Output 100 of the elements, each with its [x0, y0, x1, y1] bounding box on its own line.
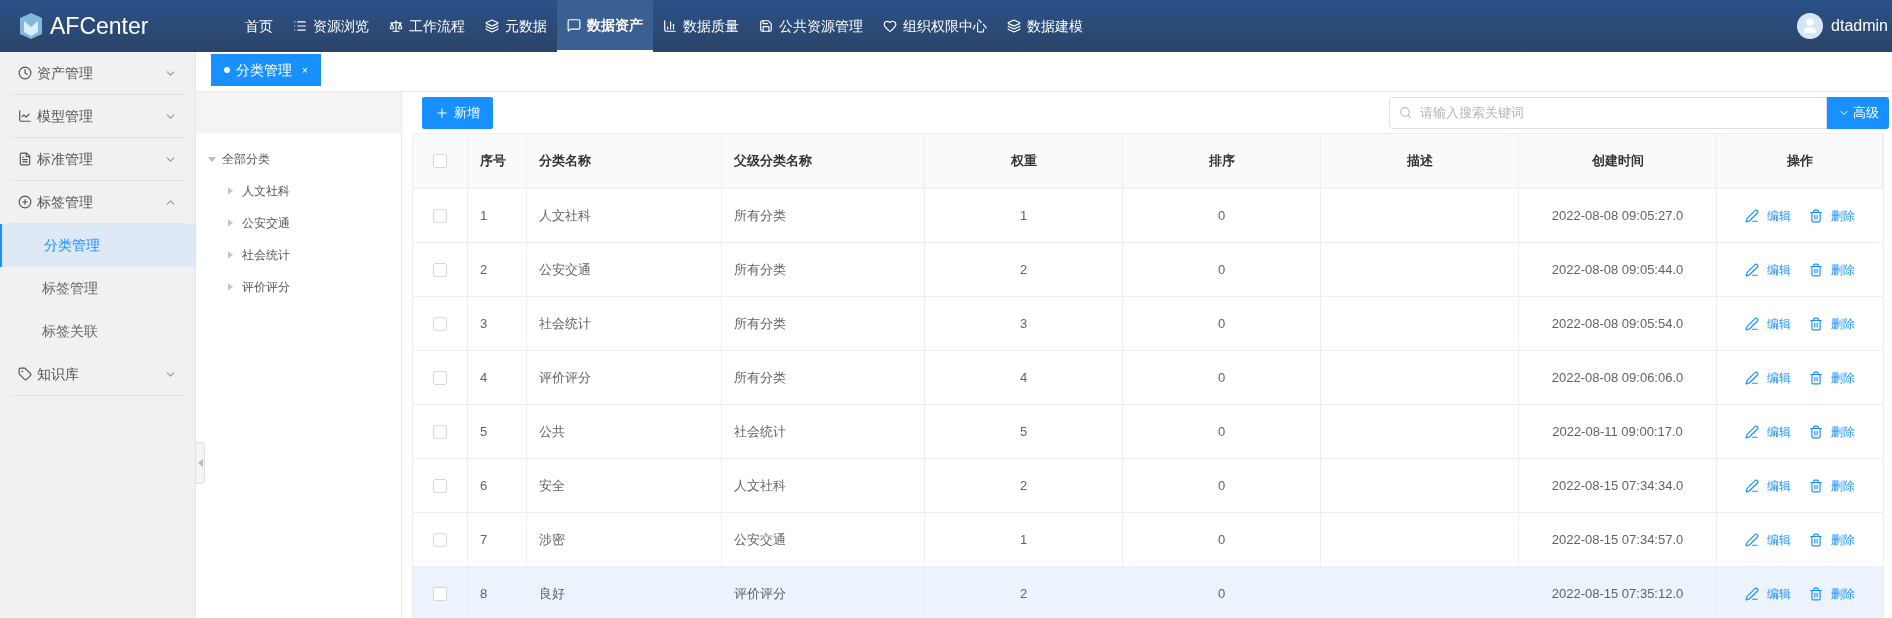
sidebar-group[interactable]: 标准管理	[10, 138, 185, 180]
delete-link[interactable]: 删除	[1809, 206, 1855, 225]
edit-link[interactable]: 编辑	[1745, 422, 1791, 441]
pencil-icon	[1745, 532, 1759, 547]
trash-icon	[1809, 262, 1823, 277]
trash-icon	[1809, 316, 1823, 331]
table-row[interactable]: 3 社会统计 所有分类 3 0 2022-08-08 09:05:54.0 编辑 删除	[413, 297, 1883, 351]
table-cell-text: 1	[480, 206, 488, 225]
edit-link[interactable]: 编辑	[1745, 206, 1791, 225]
checkbox[interactable]	[433, 208, 447, 223]
table-cell-text: 2	[1019, 476, 1028, 495]
table-cell-text: 社会统计	[734, 422, 786, 441]
username[interactable]: dtadmin	[1831, 14, 1888, 38]
sidebar-item[interactable]: 标签管理	[0, 267, 195, 310]
tree-node[interactable]: 评价评分	[208, 271, 401, 303]
tag-icon	[18, 367, 32, 381]
edit-link[interactable]: 编辑	[1745, 476, 1791, 495]
sidebar-group[interactable]: 标签管理	[10, 181, 185, 223]
nav-tab[interactable]: 数据质量	[653, 0, 749, 52]
chat-icon	[567, 18, 581, 32]
triangle-left-icon	[197, 459, 203, 467]
sidebar-group[interactable]: 知识库	[10, 353, 185, 395]
pencil-icon	[1745, 208, 1759, 223]
table-row[interactable]: 7 涉密 公安交通 1 0 2022-08-15 07:34:57.0 编辑 删除	[413, 513, 1883, 567]
table-row[interactable]: 6 安全 人文社科 2 0 2022-08-15 07:34:34.0 编辑 删除	[413, 459, 1883, 513]
nav-tab[interactable]: 组织权限中心	[873, 0, 997, 52]
table-cell-text: 0	[1217, 206, 1226, 225]
document-icon	[18, 152, 32, 166]
tree-node[interactable]: 全部分类	[208, 143, 401, 175]
table-cell-text: 公安交通	[539, 260, 591, 279]
logo-icon	[18, 12, 44, 40]
line-chart-icon	[18, 109, 32, 123]
column-header: 排序	[1123, 134, 1321, 188]
table-cell-text: 良好	[539, 584, 565, 603]
nav-tab[interactable]: 资源浏览	[283, 0, 379, 52]
table-cell-text: 7	[480, 530, 488, 549]
table-row[interactable]: 2 公安交通 所有分类 2 0 2022-08-08 09:05:44.0 编辑 删除	[413, 243, 1883, 297]
edit-link[interactable]: 编辑	[1745, 260, 1791, 279]
trash-icon	[1809, 424, 1823, 439]
search-field[interactable]: 请输入搜索关键词	[1389, 96, 1827, 129]
table-cell-text: 2	[1019, 584, 1028, 603]
pencil-icon	[1745, 316, 1759, 331]
user-avatar[interactable]	[1797, 13, 1824, 39]
sidebar-group[interactable]: 模型管理	[10, 95, 185, 137]
checkbox[interactable]	[433, 262, 447, 277]
checkbox[interactable]	[433, 478, 447, 493]
tree-node[interactable]: 社会统计	[208, 239, 401, 271]
table-cell-text: 0	[1217, 422, 1226, 441]
checkbox[interactable]	[433, 532, 447, 547]
table-cell-text: 2022-08-15 07:35:12.0	[1551, 584, 1684, 603]
checkbox[interactable]	[433, 370, 447, 385]
checkbox[interactable]	[433, 316, 447, 331]
scale-icon	[389, 19, 403, 33]
trash-icon	[1809, 478, 1823, 493]
table-cell-text: 4	[480, 368, 488, 387]
caret-down-icon	[208, 155, 216, 163]
column-header: 分类名称	[527, 134, 722, 188]
delete-link[interactable]: 删除	[1809, 422, 1855, 441]
nav-tab[interactable]: 首页	[235, 0, 283, 52]
delete-link[interactable]: 删除	[1809, 368, 1855, 387]
checkbox[interactable]	[433, 424, 447, 439]
delete-link[interactable]: 删除	[1809, 530, 1855, 549]
pencil-icon	[1745, 370, 1759, 385]
nav-tab[interactable]: 公共资源管理	[749, 0, 873, 52]
table-cell-text: 2022-08-08 09:06:06.0	[1551, 368, 1684, 387]
pencil-icon	[1745, 262, 1759, 277]
table-cell-text: 2	[1019, 260, 1028, 279]
delete-link[interactable]: 删除	[1809, 476, 1855, 495]
collapse-handle[interactable]	[195, 442, 205, 484]
sidebar-group[interactable]: 资产管理	[10, 52, 185, 94]
sidebar-item[interactable]: 标签关联	[0, 310, 195, 353]
layers-icon	[485, 19, 499, 33]
heart-icon	[883, 19, 897, 33]
list-icon	[293, 19, 307, 33]
tree-node[interactable]: 公安交通	[208, 207, 401, 239]
trash-icon	[1809, 586, 1823, 601]
edit-link[interactable]: 编辑	[1745, 530, 1791, 549]
plus-circle-icon	[18, 195, 32, 209]
edit-link[interactable]: 编辑	[1745, 368, 1791, 387]
nav-tab[interactable]: 数据建模	[997, 0, 1093, 52]
nav-tab[interactable]: 元数据	[475, 0, 557, 52]
table-cell-text: 公安交通	[734, 530, 786, 549]
table-cell-text: 2022-08-11 09:00:17.0	[1552, 422, 1683, 441]
edit-link[interactable]: 编辑	[1745, 314, 1791, 333]
checkbox[interactable]	[433, 586, 447, 601]
nav-tab[interactable]: 数据资产	[557, 0, 653, 52]
checkbox[interactable]	[433, 154, 447, 168]
table-row[interactable]: 4 评价评分 所有分类 4 0 2022-08-08 09:06:06.0 编辑 删除	[413, 351, 1883, 405]
nav-tab[interactable]: 工作流程	[379, 0, 475, 52]
caret-right-icon	[226, 219, 234, 227]
table-cell-text: 5	[480, 422, 488, 441]
column-header: 创建时间	[1519, 134, 1717, 188]
delete-link[interactable]: 删除	[1809, 314, 1855, 333]
table-row[interactable]: 5 公共 社会统计 5 0 2022-08-11 09:00:17.0 编辑 删除	[413, 405, 1883, 459]
table-row[interactable]: 1 人文社科 所有分类 1 0 2022-08-08 09:05:27.0 编辑 删除	[413, 189, 1883, 243]
table-cell-text: 人文社科	[539, 206, 591, 225]
bar-chart-icon	[663, 19, 677, 33]
delete-link[interactable]: 删除	[1809, 260, 1855, 279]
table-row[interactable]: 8 良好 评价评分 2 0 2022-08-15 07:35:12.0 编辑 删除	[413, 567, 1883, 618]
tree-node[interactable]: 人文社科	[208, 175, 401, 207]
